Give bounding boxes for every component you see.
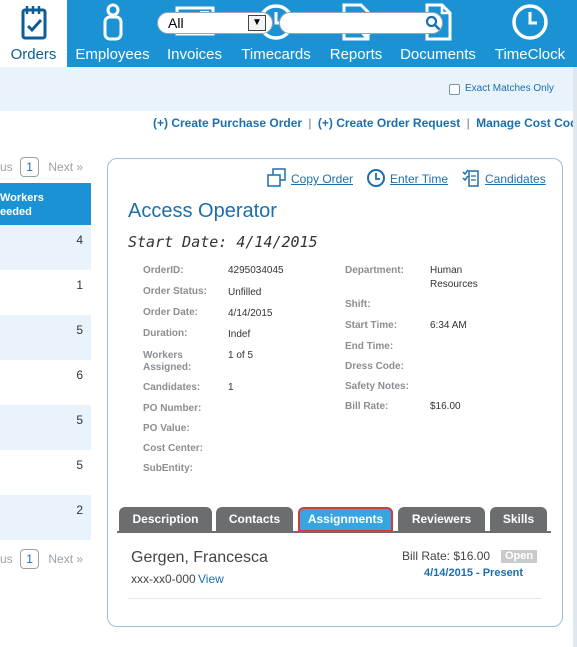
cost-center-label: Cost Center:	[143, 443, 204, 454]
subentity-label: SubEntity:	[143, 463, 193, 474]
order-id-label: OrderID:	[143, 265, 184, 276]
start-time-value: 6:34 AM	[430, 320, 467, 331]
workers-assigned-value: 1 of 5	[228, 350, 254, 361]
list-item[interactable]: 5	[0, 315, 91, 360]
start-time-label: Start Time:	[345, 320, 398, 331]
candidates-checklist-icon[interactable]	[461, 168, 481, 188]
pager-bottom: us 1 Next »	[0, 549, 83, 569]
po-value-label: PO Value:	[143, 423, 190, 434]
search-input[interactable]	[279, 12, 443, 34]
workers-assigned-label: Assigned:	[143, 362, 192, 373]
tab-reviewers[interactable]: Reviewers	[398, 507, 485, 532]
clipboard-calendar-icon	[21, 6, 46, 40]
dress-code-label: Dress Code:	[345, 361, 404, 372]
pager-prev[interactable]: us	[0, 552, 13, 566]
nav-label: Documents	[400, 46, 476, 63]
create-purchase-order-link[interactable]: (+) Create Purchase Order	[153, 116, 302, 130]
nav-timeclock[interactable]: TimeClock	[492, 0, 568, 67]
pager-page[interactable]: 1	[20, 549, 40, 569]
nav-label: Invoices	[166, 46, 223, 63]
exact-match-checkbox[interactable]	[449, 84, 460, 95]
header-line: leeded	[0, 206, 32, 218]
person-icon	[103, 3, 122, 41]
nav-label: Employees	[75, 46, 150, 63]
tab-divider	[117, 531, 551, 533]
exact-match-label: Exact Matches Only	[465, 83, 554, 94]
divider	[128, 598, 542, 599]
status-badge: Open	[501, 550, 538, 563]
duration-value: Indef	[228, 329, 251, 340]
list-item[interactable]: 4	[0, 225, 91, 270]
enter-time-link[interactable]: Enter Time	[390, 172, 448, 186]
end-time-label: End Time:	[345, 341, 394, 352]
assignee-name: Gergen, Francesca	[131, 549, 268, 566]
bill-rate-value: $16.00	[430, 401, 461, 412]
pager-next[interactable]: Next »	[48, 552, 83, 566]
assignee-ssn: xxx-xx0-000	[131, 572, 196, 586]
clock-icon	[512, 4, 548, 40]
pager-page[interactable]: 1	[20, 157, 40, 177]
pager-top: us 1 Next »	[0, 157, 83, 177]
copy-icon[interactable]	[267, 168, 287, 188]
department-value: Human	[430, 265, 463, 276]
nav-label: Reports	[329, 46, 383, 63]
assignee-bill-rate: Bill Rate: $16.00	[402, 549, 491, 563]
order-status-value: Unfilled	[228, 287, 262, 298]
shift-label: Shift:	[345, 299, 371, 310]
candidates-label: Candidates:	[143, 382, 201, 393]
nav-label: Orders	[10, 46, 57, 63]
link-separator: |	[308, 116, 312, 130]
order-date-value: 4/14/2015	[228, 308, 273, 319]
order-id-value: 4295034045	[228, 265, 284, 276]
copy-order-link[interactable]: Copy Order	[291, 172, 353, 186]
bill-rate-label: Bill Rate:	[345, 401, 389, 412]
link-separator: |	[466, 116, 470, 130]
action-links: (+) Create Purchase Order | (+) Create O…	[153, 116, 577, 130]
assignee-view-link[interactable]: View	[198, 572, 224, 586]
header-line: Workers	[0, 192, 44, 204]
tab-contacts[interactable]: Contacts	[216, 507, 293, 532]
nav-label: TimeClock	[494, 46, 566, 63]
safety-notes-label: Safety Notes:	[345, 381, 409, 392]
candidates-value: 1	[228, 382, 234, 393]
list-item[interactable]: 5	[0, 450, 91, 495]
workers-assigned-label: Workers	[143, 350, 183, 361]
pager-next[interactable]: Next »	[48, 160, 83, 174]
workers-needed-header[interactable]: Workers leeded	[0, 183, 91, 225]
page-title: Access Operator	[128, 200, 277, 222]
filter-select-value: All	[168, 15, 184, 31]
department-value: Resources	[430, 279, 478, 290]
duration-label: Duration:	[143, 328, 188, 339]
manage-cost-codes-link[interactable]: Manage Cost Codes	[476, 116, 577, 130]
order-status-label: Order Status:	[143, 286, 207, 297]
tab-skills[interactable]: Skills	[490, 507, 547, 532]
scrollbar[interactable]	[573, 67, 577, 647]
department-label: Department:	[345, 265, 404, 276]
pager-prev[interactable]: us	[0, 160, 13, 174]
nav-employees[interactable]: Employees	[73, 0, 152, 67]
search-icon[interactable]	[425, 15, 441, 31]
po-number-label: PO Number:	[143, 403, 202, 414]
assignment-date-range: 4/14/2015 - Present	[424, 567, 524, 579]
candidates-link[interactable]: Candidates	[485, 172, 546, 186]
nav-label: Timecards	[241, 46, 311, 63]
list-item[interactable]: 5	[0, 405, 91, 450]
chevron-down-icon[interactable]: ▼	[248, 15, 266, 31]
list-item[interactable]: 1	[0, 270, 91, 315]
clock-icon[interactable]	[366, 168, 386, 188]
list-item[interactable]: 2	[0, 495, 91, 540]
list-item[interactable]: 6	[0, 360, 91, 405]
order-date-label: Order Date:	[143, 307, 199, 318]
create-order-request-link[interactable]: (+) Create Order Request	[318, 116, 460, 130]
tab-description[interactable]: Description	[119, 507, 212, 532]
tab-assignments[interactable]: Assignments	[298, 507, 393, 532]
nav-orders[interactable]: Orders	[0, 0, 67, 67]
start-date: Start Date: 4/14/2015	[128, 233, 318, 251]
filter-select[interactable]: All ▼	[157, 12, 273, 34]
